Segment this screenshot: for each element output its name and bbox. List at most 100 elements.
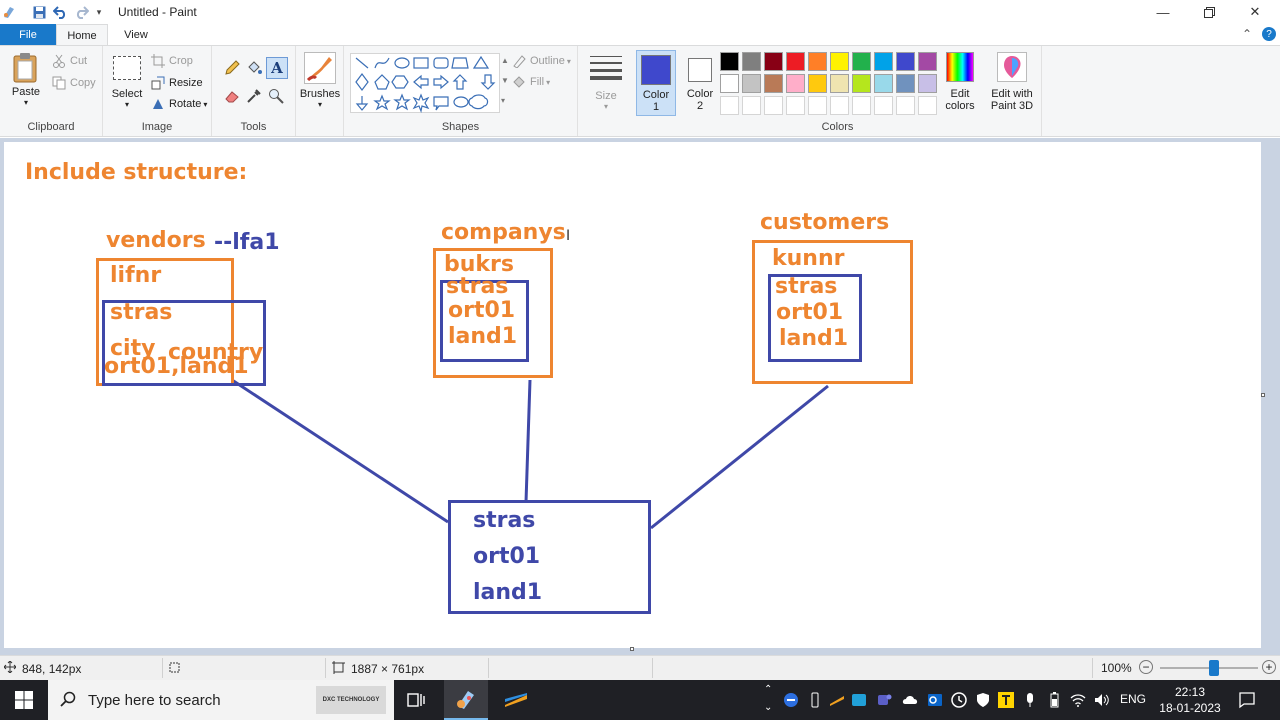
quick-access-dropdown-icon[interactable]: ▾ [94,4,104,20]
tray-language[interactable]: ENG [1120,692,1148,708]
edit-colors-button[interactable]: Edit colors [940,52,980,112]
drawing-canvas[interactable]: Include structure: vendors --lfa1 lifnr … [4,142,1261,648]
palette-swatch[interactable] [874,52,893,71]
brushes-button[interactable]: Brushes ▾ [300,52,340,109]
tray-app-cyan-icon[interactable] [851,692,867,708]
tray-app-yellow-icon[interactable] [829,692,845,708]
palette-swatch[interactable] [808,52,827,71]
taskbar-paint-app[interactable] [444,680,488,720]
canvas-resize-handle-bottom[interactable] [630,647,634,651]
shapes-scroll-down-icon[interactable]: ▼ [501,76,509,85]
zoom-slider[interactable] [1160,660,1258,676]
shapes-scroll-up-icon[interactable]: ▲ [501,56,509,65]
palette-swatch[interactable] [742,74,761,93]
palette-swatch[interactable] [808,74,827,93]
palette-empty-swatch[interactable] [918,96,937,115]
palette-swatch[interactable] [874,74,893,93]
collapse-ribbon-icon[interactable]: ⌃ [1242,27,1252,41]
palette-empty-swatch[interactable] [874,96,893,115]
shapes-expand-icon[interactable]: ▾ [501,96,505,105]
palette-swatch[interactable] [852,74,871,93]
canvas-workspace[interactable]: Include structure: vendors --lfa1 lifnr … [0,138,1280,658]
restore-icon[interactable] [1186,0,1232,24]
palette-swatch[interactable] [786,52,805,71]
close-icon[interactable]: ✕ [1232,0,1278,24]
color1-button[interactable]: Color 1 [636,50,676,116]
magnifier-icon[interactable] [268,88,284,104]
palette-swatch[interactable] [786,74,805,93]
minimize-icon[interactable]: — [1140,0,1186,24]
tray-usb-icon[interactable] [807,692,823,708]
color-picker-icon[interactable] [246,88,262,104]
tray-overflow-down-icon[interactable]: ⌄ [764,702,776,718]
help-button[interactable]: ? [1262,27,1276,41]
tab-file[interactable]: File [0,24,56,45]
cut-button[interactable]: Cut [52,54,87,68]
palette-swatch[interactable] [896,74,915,93]
crop-button[interactable]: Crop [151,54,193,68]
tray-security-shield-icon[interactable] [975,692,991,708]
task-view-icon[interactable] [404,688,428,712]
palette-empty-swatch[interactable] [896,96,915,115]
fill-button[interactable]: Fill ▾ [512,75,550,89]
size-button[interactable]: Size ▾ [588,54,624,111]
palette-swatch[interactable] [918,52,937,71]
paint-app-icon[interactable] [2,4,16,20]
palette-swatch[interactable] [764,74,783,93]
palette-empty-swatch[interactable] [742,96,761,115]
zoom-in-button[interactable]: + [1262,660,1276,674]
undo-icon[interactable] [52,4,68,20]
canvas-resize-handle-right[interactable] [1261,393,1265,397]
palette-empty-swatch[interactable] [852,96,871,115]
palette-swatch[interactable] [720,74,739,93]
taskbar-clock[interactable]: 22:13 18-01-2023 [1152,684,1228,716]
resize-button[interactable]: Resize [151,76,203,90]
eraser-icon[interactable] [224,88,240,104]
tray-overflow-up-icon[interactable]: ⌃ [764,684,776,700]
pencil-icon[interactable] [224,60,240,76]
redo-icon[interactable] [74,4,90,20]
tray-volume-icon[interactable] [1094,692,1110,708]
tray-teams-icon[interactable] [876,692,892,708]
palette-swatch[interactable] [764,52,783,71]
dxc-technology-badge[interactable]: DXC TECHNOLOGY [316,686,386,714]
palette-empty-swatch[interactable] [786,96,805,115]
tray-onedrive-icon[interactable] [902,692,918,708]
select-button[interactable]: Select ▾ [111,56,143,109]
tab-view[interactable]: View [112,24,160,45]
windows-start-icon[interactable] [12,688,36,712]
text-tool-icon[interactable]: A [266,57,288,79]
fill-bucket-icon[interactable] [246,60,262,76]
paste-button[interactable]: Paste ▾ [10,52,42,107]
shapes-gallery[interactable] [350,53,500,114]
edit-with-paint3d-button[interactable]: Edit with Paint 3D [988,52,1036,112]
taskbar-search-box[interactable]: Type here to search DXC TECHNOLOGY [48,680,394,720]
tray-wifi-icon[interactable] [1070,692,1086,708]
rotate-button[interactable]: Rotate ▾ [151,97,207,111]
zoom-out-button[interactable]: − [1139,660,1153,674]
palette-swatch[interactable] [852,52,871,71]
palette-swatch[interactable] [918,74,937,93]
palette-empty-swatch[interactable] [720,96,739,115]
taskbar-sap-app-icon[interactable] [500,688,532,712]
tray-app-blue-icon[interactable] [783,692,799,708]
palette-empty-swatch[interactable] [830,96,849,115]
palette-empty-swatch[interactable] [808,96,827,115]
zoom-slider-thumb[interactable] [1208,660,1219,676]
notification-center-icon[interactable] [1238,691,1256,709]
palette-swatch[interactable] [720,52,739,71]
tray-app-yellow-square-icon[interactable] [998,692,1014,708]
palette-swatch[interactable] [830,52,849,71]
palette-empty-swatch[interactable] [764,96,783,115]
tab-home[interactable]: Home [56,24,108,46]
color2-button[interactable]: Color 2 [680,50,720,116]
palette-swatch[interactable] [830,74,849,93]
tray-clock-icon[interactable] [951,692,967,708]
outline-button[interactable]: Outline ▾ [512,54,571,69]
palette-swatch[interactable] [896,52,915,71]
tray-battery-icon[interactable] [1046,692,1062,708]
palette-swatch[interactable] [742,52,761,71]
copy-button[interactable]: Copy [52,76,96,90]
save-icon[interactable] [31,4,47,20]
tray-outlook-icon[interactable] [927,692,943,708]
